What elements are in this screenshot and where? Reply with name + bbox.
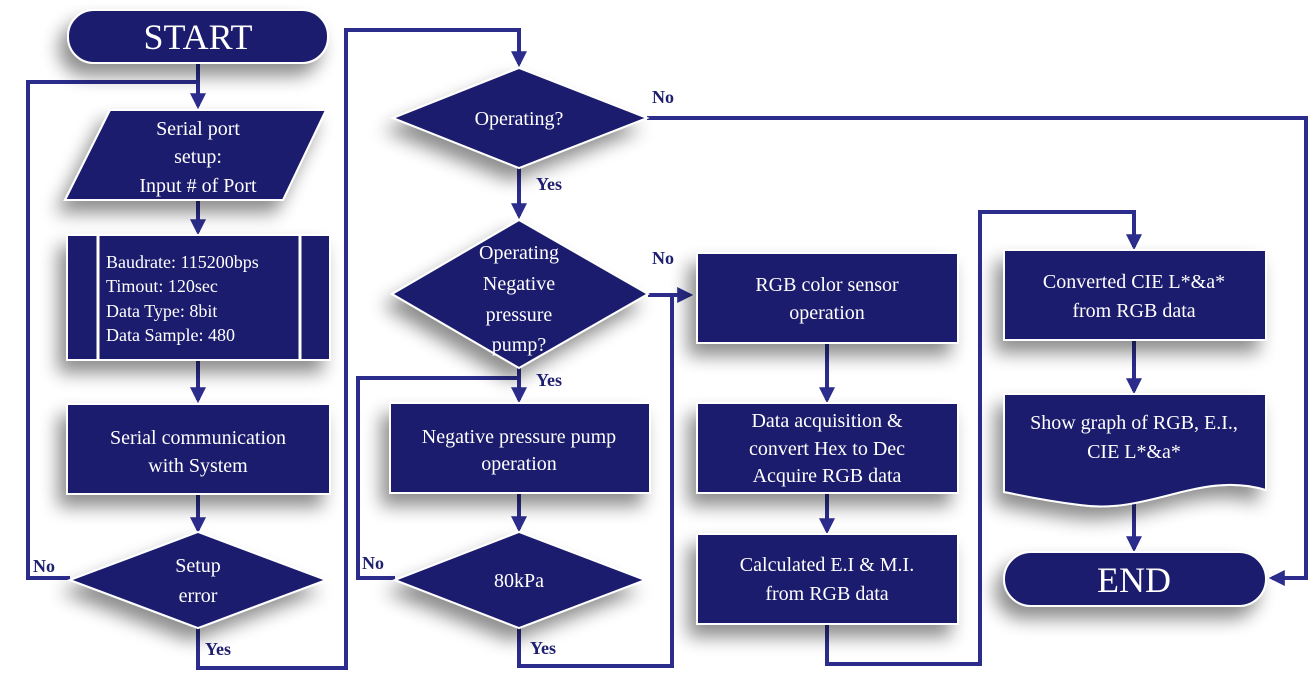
config-line: Data Sample: 480 bbox=[106, 325, 235, 345]
yes-label: Yes bbox=[530, 638, 556, 658]
serial-comm-process bbox=[66, 403, 331, 495]
serial-comm-line: Serial communication bbox=[110, 427, 286, 449]
pressure-label: 80kPa bbox=[494, 570, 544, 592]
rgb-sensor-line: operation bbox=[789, 302, 865, 324]
calc-line: from RGB data bbox=[765, 583, 888, 605]
config-line: Data Type: 8bit bbox=[106, 301, 217, 321]
operating-label: Operating? bbox=[475, 108, 564, 130]
end-label: END bbox=[1097, 560, 1171, 600]
arrow-operating-no-to-end bbox=[647, 116, 1308, 586]
flowchart: START Serial port setup: Input # of Port… bbox=[0, 0, 1309, 686]
pump-operation-line: Negative pressure pump bbox=[422, 426, 616, 448]
rgb-sensor-process bbox=[696, 252, 959, 344]
operating-pump-line: pump? bbox=[492, 334, 547, 356]
operating-pump-line: pressure bbox=[486, 304, 553, 326]
convert-cie-line: Converted CIE L*&a* bbox=[1043, 271, 1225, 293]
flowchart-canvas: START Serial port setup: Input # of Port… bbox=[26, 9, 1308, 670]
no-label: No bbox=[652, 248, 674, 268]
pump-operation-process bbox=[389, 402, 651, 494]
pump-operation-line: operation bbox=[481, 453, 557, 475]
show-graph-line: Show graph of RGB, E.I., bbox=[1030, 412, 1238, 434]
no-label: No bbox=[652, 87, 674, 107]
yes-label: Yes bbox=[205, 639, 231, 659]
serial-setup-line: Input # of Port bbox=[139, 175, 257, 197]
yes-label: Yes bbox=[536, 370, 562, 390]
config-line: Timout: 120sec bbox=[106, 276, 218, 296]
start-label: START bbox=[144, 17, 253, 57]
calculate-process bbox=[696, 533, 959, 625]
show-graph-line: CIE L*&a* bbox=[1087, 441, 1181, 463]
data-acq-line: convert Hex to Dec bbox=[749, 438, 905, 460]
convert-cie-process bbox=[1003, 249, 1267, 341]
setup-error-line: Setup bbox=[175, 555, 221, 577]
calc-line: Calculated E.I & M.I. bbox=[740, 554, 914, 576]
yes-label: Yes bbox=[536, 174, 562, 194]
serial-setup-line: setup: bbox=[174, 146, 222, 168]
serial-comm-line: with System bbox=[148, 455, 248, 477]
data-acq-line: Data acquisition & bbox=[751, 410, 903, 432]
serial-setup-line: Serial port bbox=[156, 118, 240, 140]
data-acq-line: Acquire RGB data bbox=[753, 465, 902, 487]
setup-error-line: error bbox=[179, 585, 218, 607]
operating-pump-line: Operating bbox=[479, 242, 559, 264]
config-line: Baudrate: 115200bps bbox=[106, 252, 259, 272]
setup-error-decision bbox=[67, 530, 329, 630]
rgb-sensor-line: RGB color sensor bbox=[755, 274, 899, 296]
operating-pump-line: Negative bbox=[483, 273, 555, 295]
no-label: No bbox=[33, 556, 55, 576]
convert-cie-line: from RGB data bbox=[1072, 300, 1195, 322]
no-label: No bbox=[362, 553, 384, 573]
